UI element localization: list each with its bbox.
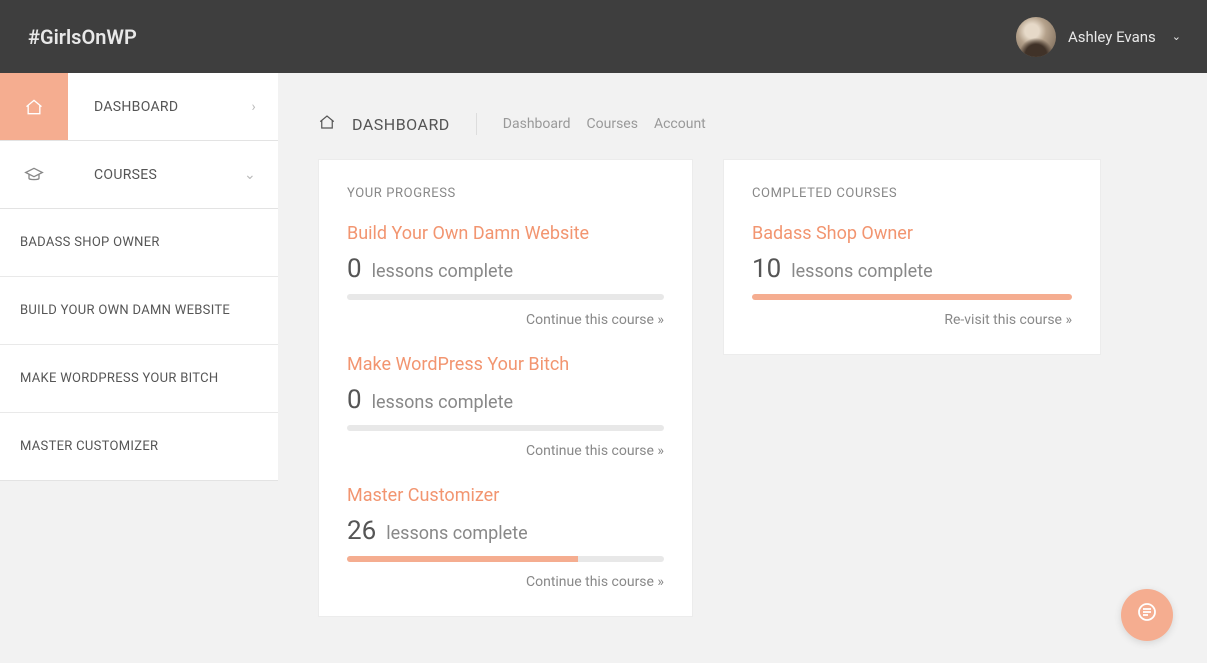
home-icon — [0, 73, 68, 140]
progress-bar-fill — [347, 556, 578, 562]
card-title: YOUR PROGRESS — [347, 186, 664, 201]
completed-courses-card: COMPLETED COURSES Badass Shop Owner 10 l… — [723, 159, 1101, 355]
course-link[interactable]: Build Your Own Damn Website — [347, 223, 664, 244]
course-block: Build Your Own Damn Website 0 lessons co… — [347, 223, 664, 328]
progress-bar — [347, 556, 664, 562]
sidebar-item-label: BADASS SHOP OWNER — [20, 235, 160, 250]
course-block: Master Customizer 26 lessons complete Co… — [347, 485, 664, 590]
sidebar-subitem-master-customizer[interactable]: MASTER CUSTOMIZER — [0, 413, 278, 481]
sidebar-item-label: DASHBOARD — [94, 99, 178, 115]
sidebar-item-label: MASTER CUSTOMIZER — [20, 439, 158, 454]
card-title: COMPLETED COURSES — [752, 186, 1072, 201]
sidebar-subitem-build-your-own-damn-website[interactable]: BUILD YOUR OWN DAMN WEBSITE — [0, 277, 278, 345]
page-title: DASHBOARD — [352, 115, 450, 134]
sidebar-item-dashboard[interactable]: DASHBOARD › — [0, 73, 278, 141]
breadcrumb-link-dashboard[interactable]: Dashboard — [503, 116, 571, 132]
course-link[interactable]: Master Customizer — [347, 485, 664, 506]
sidebar: DASHBOARD › COURSES ⌄ BADASS SHOP OWNER … — [0, 73, 278, 663]
brand-title[interactable]: #GirlsOnWP — [28, 25, 137, 49]
continue-course-link[interactable]: Continue this course » — [347, 312, 664, 328]
main-content: DASHBOARD Dashboard Courses Account YOUR… — [278, 73, 1207, 663]
home-icon — [318, 113, 336, 135]
lessons-text: lessons complete — [791, 261, 932, 282]
progress-bar-fill — [752, 294, 1072, 300]
course-block: Badass Shop Owner 10 lessons complete Re… — [752, 223, 1072, 328]
progress-bar — [347, 425, 664, 431]
chevron-down-icon: ⌄ — [244, 167, 256, 183]
divider — [476, 113, 477, 135]
top-bar: #GirlsOnWP Ashley Evans ⌄ — [0, 0, 1207, 73]
sidebar-item-courses[interactable]: COURSES ⌄ — [0, 141, 278, 209]
chevron-down-icon: ⌄ — [1172, 30, 1181, 43]
lessons-count: 10 — [752, 254, 781, 284]
continue-course-link[interactable]: Continue this course » — [347, 443, 664, 459]
lessons-text: lessons complete — [386, 523, 527, 544]
breadcrumb-link-courses[interactable]: Courses — [587, 116, 638, 132]
course-link[interactable]: Make WordPress Your Bitch — [347, 354, 664, 375]
sidebar-item-label: COURSES — [94, 167, 157, 183]
your-progress-card: YOUR PROGRESS Build Your Own Damn Websit… — [318, 159, 693, 617]
chat-fab[interactable] — [1121, 589, 1173, 641]
course-block: Make WordPress Your Bitch 0 lessons comp… — [347, 354, 664, 459]
chat-icon — [1135, 601, 1159, 629]
chevron-right-icon: › — [251, 99, 256, 115]
lessons-count: 0 — [347, 254, 362, 284]
breadcrumb: DASHBOARD Dashboard Courses Account — [318, 113, 1167, 135]
sidebar-subitem-make-wordpress-your-bitch[interactable]: MAKE WORDPRESS YOUR BITCH — [0, 345, 278, 413]
progress-bar — [752, 294, 1072, 300]
lessons-text: lessons complete — [372, 392, 513, 413]
sidebar-item-label: MAKE WORDPRESS YOUR BITCH — [20, 371, 219, 386]
lessons-count: 0 — [347, 385, 362, 415]
progress-bar — [347, 294, 664, 300]
user-menu[interactable]: Ashley Evans ⌄ — [1016, 17, 1181, 57]
continue-course-link[interactable]: Continue this course » — [347, 574, 664, 590]
graduation-icon — [0, 141, 68, 208]
user-name: Ashley Evans — [1068, 28, 1156, 46]
avatar — [1016, 17, 1056, 57]
lessons-count: 26 — [347, 516, 376, 546]
sidebar-item-label: BUILD YOUR OWN DAMN WEBSITE — [20, 303, 230, 318]
course-link[interactable]: Badass Shop Owner — [752, 223, 1072, 244]
sidebar-subitem-badass-shop-owner[interactable]: BADASS SHOP OWNER — [0, 209, 278, 277]
lessons-text: lessons complete — [372, 261, 513, 282]
breadcrumb-link-account[interactable]: Account — [654, 116, 706, 132]
revisit-course-link[interactable]: Re-visit this course » — [752, 312, 1072, 328]
